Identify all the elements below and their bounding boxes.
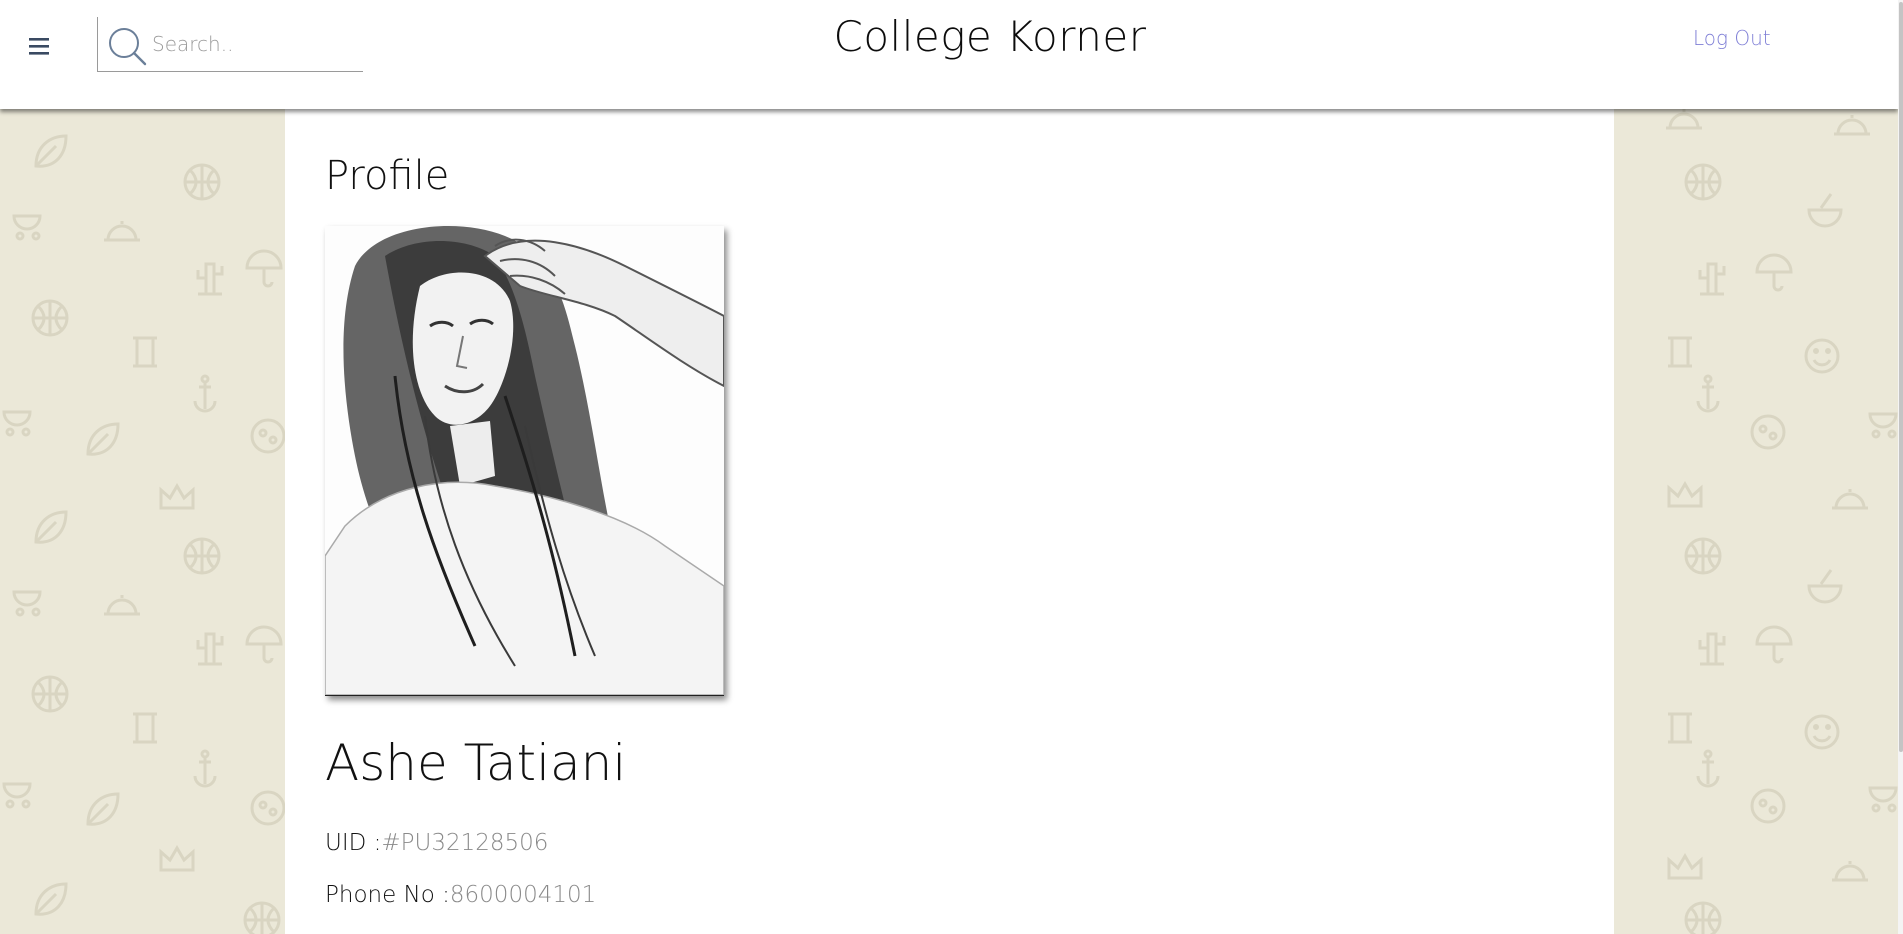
profile-panel: Profile Ashe Tatiani UID:#PU32128506 Ph… — [285, 109, 1614, 934]
phone-label: Phone No : — [325, 882, 450, 908]
phone-value: 8600004101 — [449, 882, 597, 908]
uid-row: UID :#PU32128506 — [325, 830, 548, 856]
vertical-scrollbar[interactable] — [1898, 0, 1903, 934]
uid-value: #PU32128506 — [381, 830, 549, 856]
logout-link[interactable]: Log Out — [1693, 26, 1771, 50]
profile-photo — [325, 226, 724, 696]
top-navbar: College Korner Log Out — [0, 0, 1898, 109]
uid-label: UID : — [325, 830, 382, 856]
profile-photo-sketch-image — [325, 226, 724, 695]
profile-name: Ashe Tatiani — [325, 734, 627, 792]
scrollbar-thumb[interactable] — [1899, 2, 1903, 752]
phone-row: Phone No :8600004101 — [325, 882, 596, 908]
app-title: College Korner — [833, 12, 1147, 61]
page-title: Profile — [325, 153, 450, 199]
